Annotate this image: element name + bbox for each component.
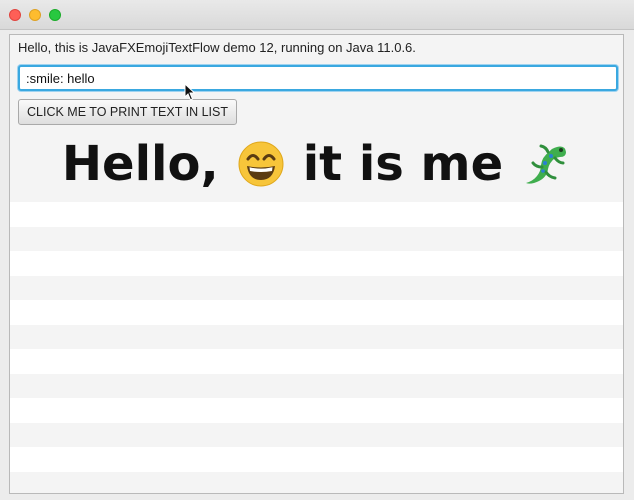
text-list[interactable]: Hello, it is me xyxy=(10,129,623,493)
smiling-face-icon xyxy=(238,141,284,187)
print-text-button[interactable]: CLICK ME TO PRINT TEXT IN LIST xyxy=(18,99,237,125)
title-bar[interactable] xyxy=(0,0,634,30)
app-window: Hello, this is JavaFXEmojiTextFlow demo … xyxy=(0,0,634,500)
text-input[interactable] xyxy=(18,65,618,91)
info-label: Hello, this is JavaFXEmojiTextFlow demo … xyxy=(18,40,416,55)
mouse-pointer-icon xyxy=(184,83,196,101)
list-item-text-it-is-me: it is me xyxy=(302,136,504,192)
lizard-icon xyxy=(526,144,567,184)
zoom-button[interactable] xyxy=(49,9,61,21)
minimize-button[interactable] xyxy=(29,9,41,21)
close-button[interactable] xyxy=(9,9,21,21)
list-item[interactable]: Hello, it is me xyxy=(10,129,623,199)
list-item-text-hello: Hello, xyxy=(61,136,219,192)
main-panel: Hello, this is JavaFXEmojiTextFlow demo … xyxy=(9,34,624,494)
